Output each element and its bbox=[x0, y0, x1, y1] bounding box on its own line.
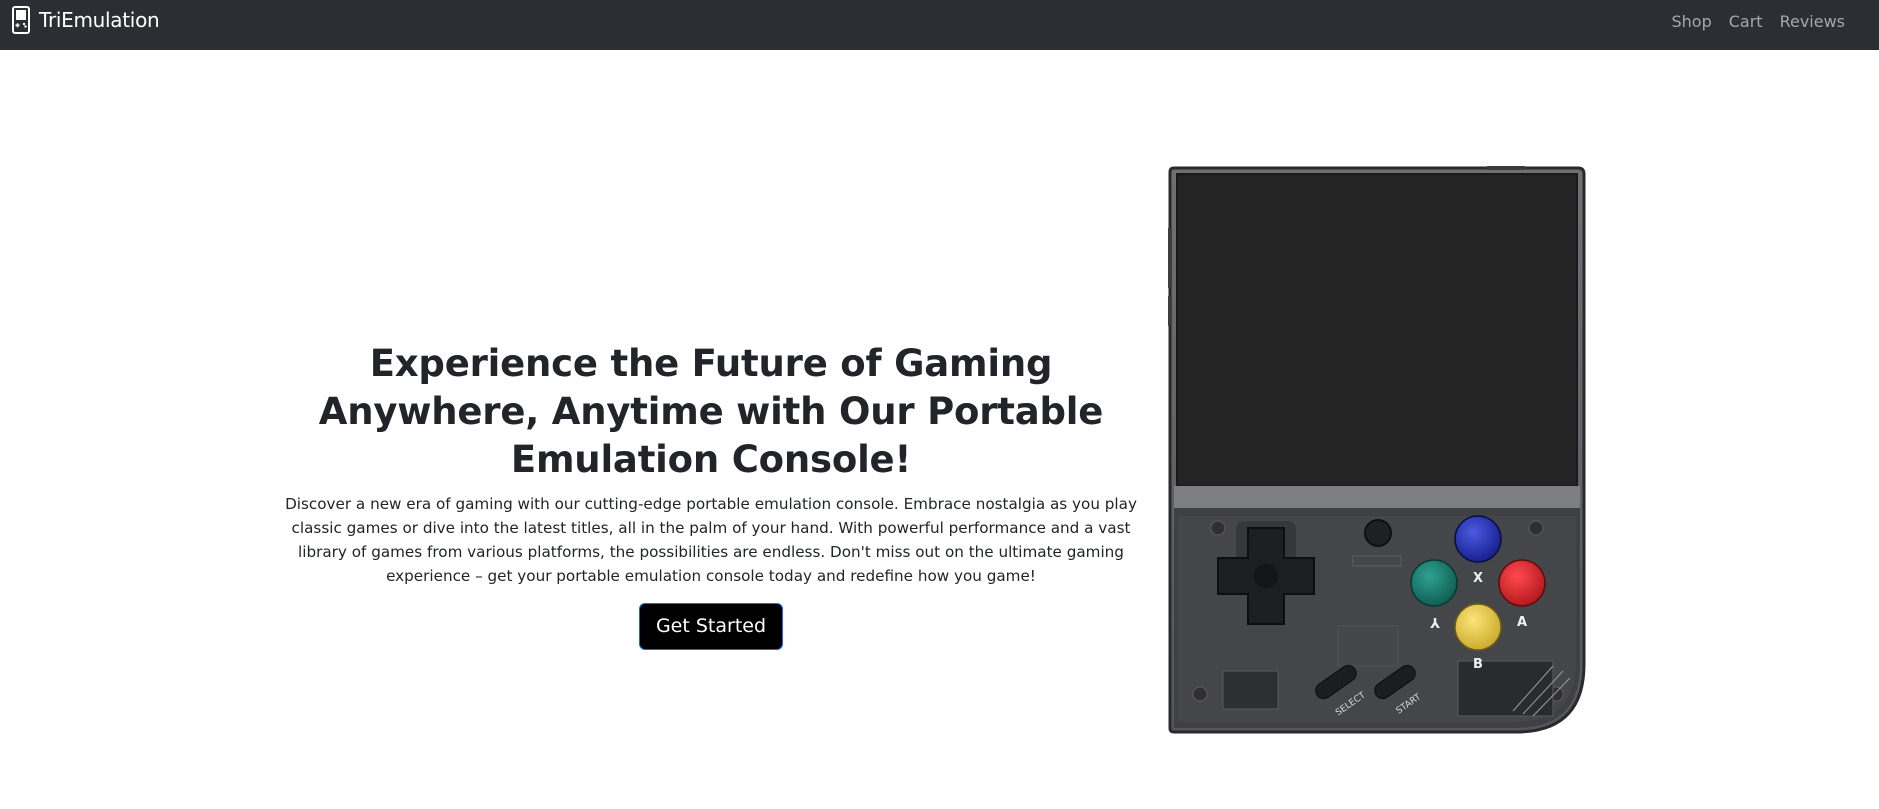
handheld-console-icon bbox=[12, 6, 30, 34]
b-button-label: B bbox=[1473, 657, 1483, 672]
hero-description: Discover a new era of gaming with our cu… bbox=[285, 495, 1137, 585]
top-navbar: TriEmulation Shop Cart Reviews bbox=[0, 0, 1879, 50]
nav-link-shop[interactable]: Shop bbox=[1672, 12, 1712, 31]
a-button-label: A bbox=[1517, 615, 1527, 630]
x-button-label: X bbox=[1473, 571, 1483, 586]
nav-links: Shop Cart Reviews bbox=[1672, 12, 1846, 31]
nav-link-reviews[interactable]: Reviews bbox=[1780, 12, 1845, 31]
nav-link-cart[interactable]: Cart bbox=[1729, 12, 1763, 31]
hero-section: Experience the Future of Gaming Anywhere… bbox=[280, 340, 1142, 650]
hero-title: Experience the Future of Gaming Anywhere… bbox=[318, 342, 1104, 481]
y-button-label: Y bbox=[1430, 614, 1441, 629]
brand-link[interactable]: TriEmulation bbox=[12, 6, 160, 34]
product-image: X Y A B SELECT START bbox=[1168, 166, 1586, 734]
brand-name: TriEmulation bbox=[39, 8, 160, 32]
console-screen bbox=[1176, 173, 1578, 487]
get-started-button[interactable]: Get Started bbox=[638, 603, 784, 650]
